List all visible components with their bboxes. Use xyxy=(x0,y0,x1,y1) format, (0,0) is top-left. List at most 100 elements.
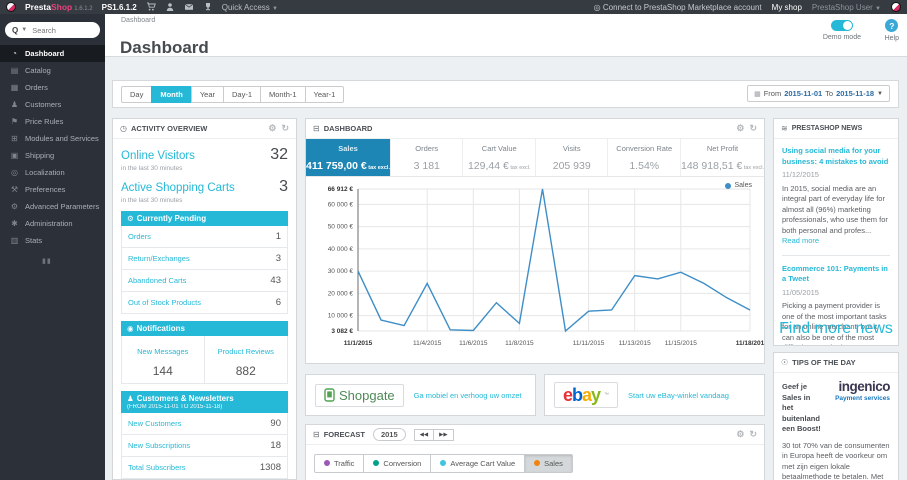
gear-icon[interactable]: ⚙ xyxy=(736,123,744,134)
range-button-month[interactable]: Month xyxy=(151,86,192,103)
sidebar-item-dashboard[interactable]: ◔ Dashboard xyxy=(0,45,105,62)
shopgate-link[interactable]: Ga mobiel en verhoog uw omzet xyxy=(414,391,522,400)
orders-icon: ▦ xyxy=(10,83,19,92)
refresh-icon[interactable]: ↻ xyxy=(749,123,757,134)
customers-link[interactable]: New Customers xyxy=(128,419,181,428)
kpi-tab-sales[interactable]: Sales 411 759,00 € tax excl. xyxy=(306,139,391,176)
sidebar-item-modules-and-services[interactable]: ⊞ Modules and Services xyxy=(0,130,105,147)
forecast-toggle-conversion[interactable]: Conversion xyxy=(363,453,432,473)
toggle-dot-icon xyxy=(534,460,541,466)
news-panel: ≋ PRESTASHOP NEWS Using social media for… xyxy=(773,118,899,346)
user-menu[interactable]: PrestaShop User ▼ xyxy=(812,3,881,12)
kpi-label: Net Profit xyxy=(706,144,739,153)
kpi-tab-net-profit[interactable]: Net Profit 148 918,51 € tax excl. xyxy=(680,139,764,176)
ebay-link[interactable]: Start uw eBay-winkel vandaag xyxy=(628,391,729,400)
help-icon[interactable]: ? xyxy=(885,19,899,32)
customers-link[interactable]: Total Subscribers xyxy=(128,463,186,472)
customer-icon[interactable] xyxy=(165,2,175,12)
customers-row: Total Subscribers 1308 xyxy=(121,457,288,479)
online-visitors-link[interactable]: Online Visitors xyxy=(121,150,195,162)
kpi-tab-visits[interactable]: Visits 205 939 xyxy=(535,139,609,176)
sidebar-item-advanced-parameters[interactable]: ⚙ Advanced Parameters xyxy=(0,198,105,215)
gear-icon[interactable]: ⚙ xyxy=(268,123,276,134)
kpi-tab-cart-value[interactable]: Cart Value 129,44 € tax excl. xyxy=(463,139,536,176)
range-button-year[interactable]: Year xyxy=(190,86,224,103)
administration-icon: ✱ xyxy=(11,219,18,228)
cart-icon[interactable] xyxy=(146,2,156,12)
gear-icon[interactable]: ⚙ xyxy=(736,429,744,440)
quick-access-menu[interactable]: Quick Access ▼ xyxy=(222,3,278,12)
page-title: Dashboard xyxy=(120,38,209,58)
find-more-news-link[interactable]: Find more news xyxy=(774,320,898,338)
pending-link[interactable]: Abandoned Carts xyxy=(128,276,186,285)
forecast-toggle-traffic[interactable]: Traffic xyxy=(314,453,365,473)
avatar[interactable] xyxy=(891,2,901,12)
forecast-prev-button[interactable]: ◀◀ xyxy=(413,428,435,441)
legend-dot-icon xyxy=(725,182,732,189)
customers-section-header: ♟ Customers & Newsletters (FROM 2015-11-01… xyxy=(121,391,288,413)
sidebar-item-stats[interactable]: ▥ Stats xyxy=(0,232,105,249)
news-panel-title: PRESTASHOP NEWS xyxy=(791,125,863,132)
sidebar-item-catalog[interactable]: ▤ Catalog xyxy=(0,62,105,79)
range-button-year-1[interactable]: Year-1 xyxy=(304,86,345,103)
sidebar-collapse-handle[interactable]: ▮▮ xyxy=(0,257,105,265)
refresh-icon[interactable]: ↻ xyxy=(281,123,289,134)
sidebar-item-price-rules[interactable]: ⚑ Price Rules xyxy=(0,113,105,130)
chevron-down-icon: ▼ xyxy=(875,5,881,12)
date-range-button[interactable]: ▦ From 2015-11-01 To 2015-11-18 ▼ xyxy=(747,85,890,102)
sidebar-item-shipping[interactable]: ▣ Shipping xyxy=(0,147,105,164)
customers-link[interactable]: New Subscriptions xyxy=(128,441,190,450)
read-more-link[interactable]: Read more xyxy=(782,236,819,245)
customers-subtitle: (FROM 2015-11-01 TO 2015-11-18) xyxy=(127,404,223,410)
notification-link[interactable]: Product Reviews xyxy=(218,347,274,356)
forecast-toggle-average-cart-value[interactable]: Average Cart Value xyxy=(430,453,526,473)
shopgate-brand-text: Shopgate xyxy=(339,387,395,403)
sidebar-item-orders[interactable]: ▦ Orders xyxy=(0,79,105,96)
marketplace-link[interactable]: ◎ Connect to PrestaShop Marketplace acco… xyxy=(594,3,762,12)
shopgate-banner[interactable]: Shopgate Ga mobiel en verhoog uw omzet xyxy=(305,374,536,416)
notification-link[interactable]: New Messages xyxy=(137,347,188,356)
messages-icon[interactable] xyxy=(184,2,194,12)
refresh-icon[interactable]: ↻ xyxy=(749,429,757,440)
active-carts-link[interactable]: Active Shopping Carts xyxy=(121,182,235,194)
sidebar-item-administration[interactable]: ✱ Administration xyxy=(0,215,105,232)
forecast-year-selector[interactable]: 2015 xyxy=(372,428,406,441)
ebay-banner[interactable]: ebay ™ Start uw eBay-winkel vandaag xyxy=(544,374,765,416)
article-title-link[interactable]: Using social media for your business: 4 … xyxy=(782,146,890,167)
from-label: From xyxy=(763,89,782,98)
forecast-next-button[interactable]: ▶▶ xyxy=(433,428,454,441)
brand[interactable]: PrestaShop 1.6.1.2 xyxy=(25,2,93,12)
sidebar-item-customers[interactable]: ♟ Customers xyxy=(0,96,105,113)
lightbulb-icon: ☉ xyxy=(781,358,789,367)
range-button-month-1[interactable]: Month-1 xyxy=(260,86,306,103)
ebay-trademark: ™ xyxy=(604,392,610,398)
sidebar-search[interactable]: Q ▼ xyxy=(5,22,100,38)
trophy-icon[interactable] xyxy=(203,2,213,12)
article-title-link[interactable]: Ecommerce 101: Payments in a Tweet xyxy=(782,264,890,285)
catalog-icon: ▤ xyxy=(10,66,19,75)
pending-link[interactable]: Return/Exchanges xyxy=(128,254,190,263)
search-input[interactable] xyxy=(30,24,89,36)
sidebar-item-localization[interactable]: ◎ Localization xyxy=(0,164,105,181)
search-scope-caret-icon[interactable]: ▼ xyxy=(21,27,27,33)
notifications-cells: New Messages 144 Product Reviews 882 xyxy=(121,336,288,384)
kpi-tab-conversion-rate[interactable]: Conversion Rate 1.54% xyxy=(608,139,681,176)
kpi-tab-orders[interactable]: Orders 3 181 xyxy=(390,139,464,176)
quick-access-label: Quick Access xyxy=(221,2,270,12)
pending-link[interactable]: Out of Stock Products xyxy=(128,298,201,307)
notifications-section-header: ◉ Notifications xyxy=(121,321,288,336)
range-button-day-1[interactable]: Day-1 xyxy=(223,86,262,103)
cart-icon: ⊟ xyxy=(313,124,320,133)
article-excerpt: In 2015, social media are an integral pa… xyxy=(782,183,888,246)
sidebar-item-preferences[interactable]: ⚒ Preferences xyxy=(0,181,105,198)
legend-item[interactable]: Sales xyxy=(725,182,752,189)
pending-link[interactable]: Orders xyxy=(128,232,151,241)
demo-mode-toggle[interactable] xyxy=(830,20,853,31)
forecast-toggle-sales[interactable]: Sales xyxy=(524,453,573,473)
range-button-day[interactable]: Day xyxy=(121,86,153,103)
shop-name[interactable]: PS1.6.1.2 xyxy=(102,3,137,12)
prestashop-logo-icon[interactable] xyxy=(6,2,16,12)
advanced-parameters-icon: ⚙ xyxy=(10,202,19,211)
sales-line-chart: 3 082 € 10 000 € 20 000 € 30 000 € 40 000 € 5… xyxy=(328,186,764,347)
my-shop-link[interactable]: My shop xyxy=(772,3,802,12)
